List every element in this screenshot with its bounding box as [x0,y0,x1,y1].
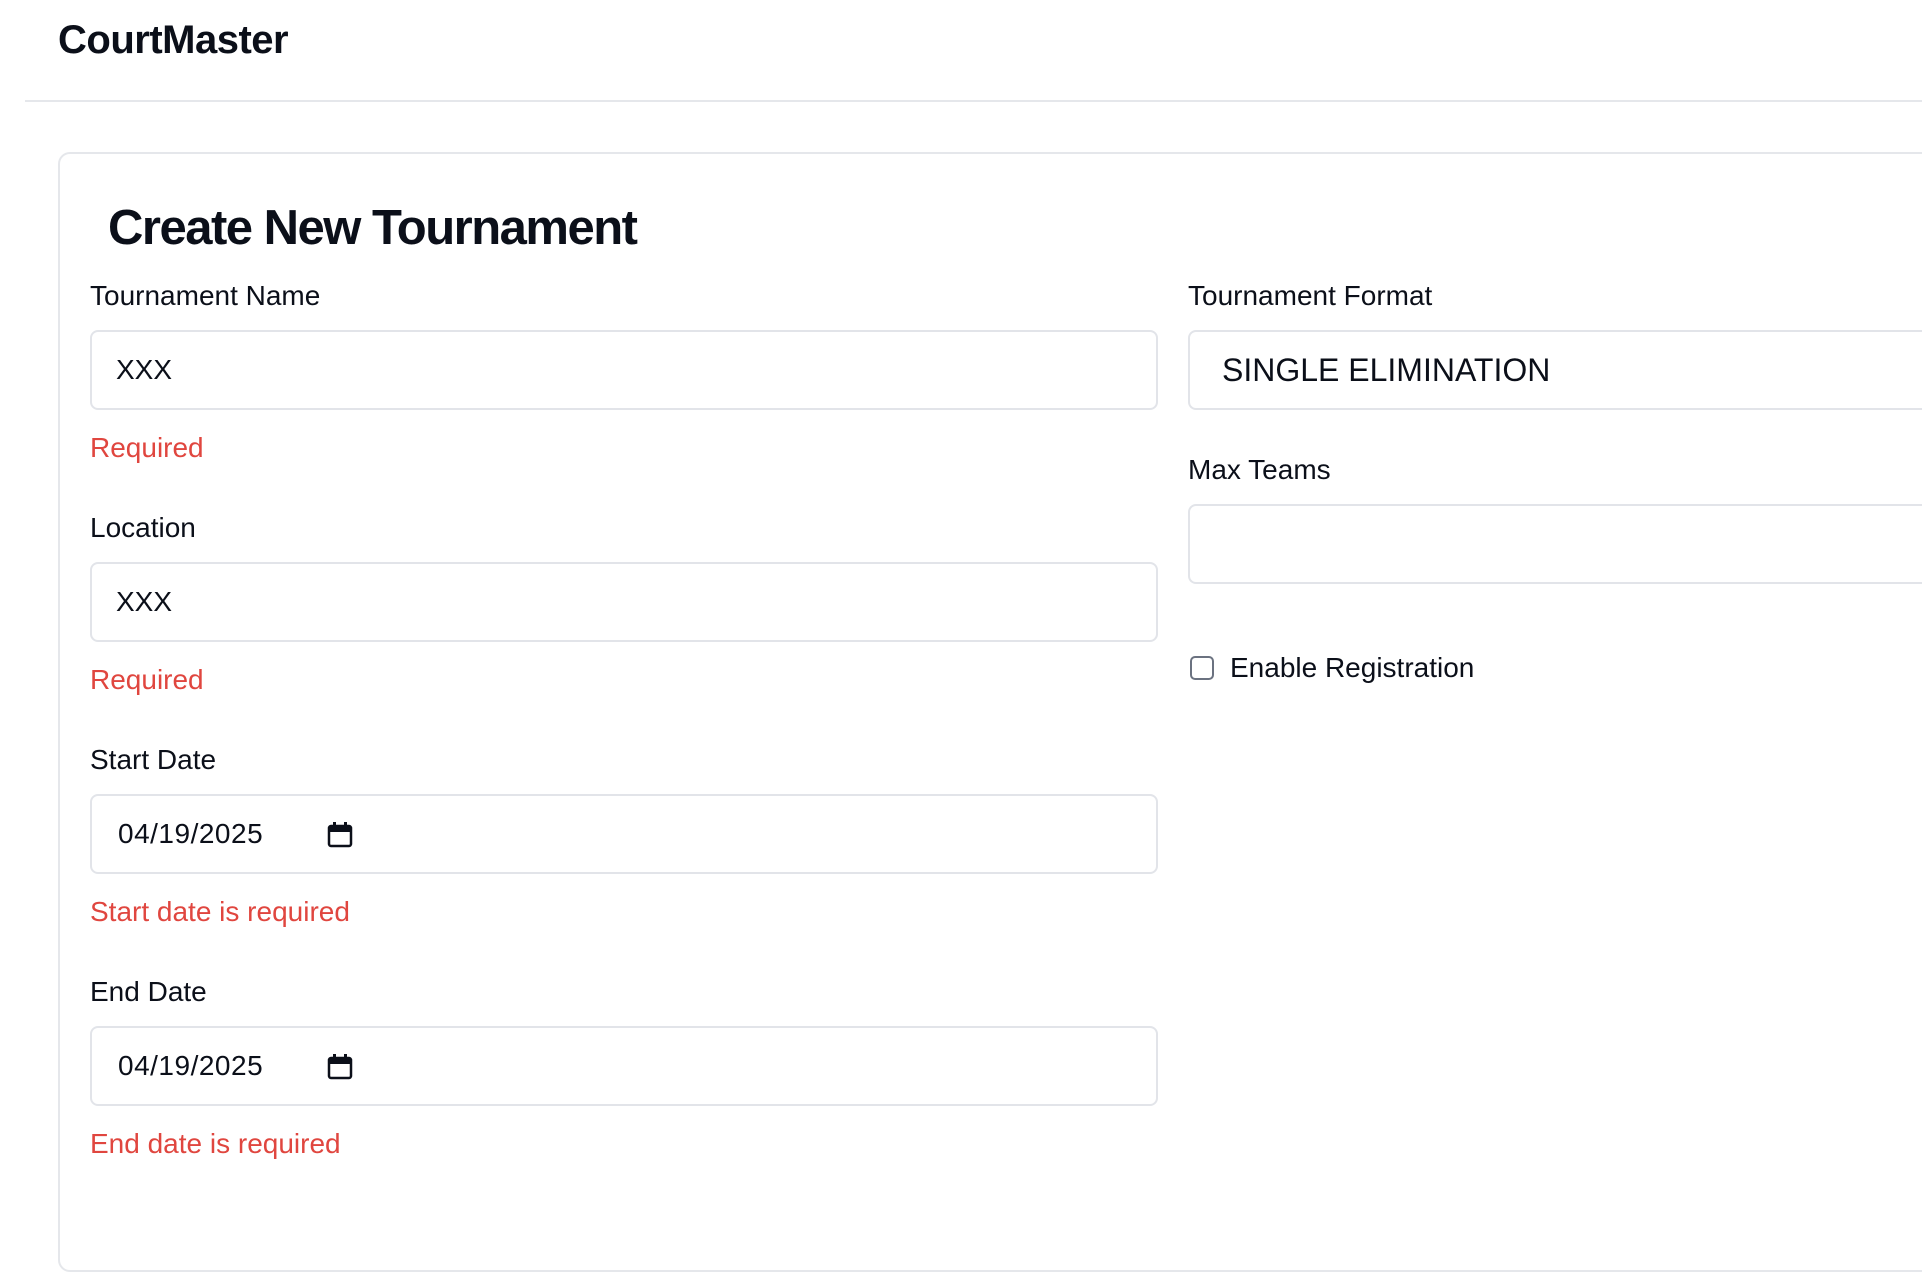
calendar-icon[interactable] [327,1053,353,1081]
tournament-name-error: Required [90,432,204,463]
start-date-label: Start Date [90,744,217,775]
max-teams-label: Max Teams [1188,454,1331,485]
enable-registration-checkbox[interactable] [1190,656,1214,680]
tournament-name-value: XXX [116,354,173,385]
brand-logo-text[interactable]: CourtMaster [58,18,289,63]
tournament-name-input[interactable]: XXX [90,330,1158,410]
location-input[interactable]: XXX [90,562,1158,642]
page-title: Create New Tournament [108,201,638,255]
tournament-format-label: Tournament Format [1188,280,1433,311]
start-date-value: 04/19/2025 [118,818,264,849]
end-date-label: End Date [90,976,207,1007]
start-date-input[interactable]: 04/19/2025 [90,794,1158,874]
tournament-format-select[interactable]: SINGLE ELIMINATION [1188,330,1922,410]
max-teams-input[interactable] [1188,504,1922,584]
tournament-format-selected: SINGLE ELIMINATION [1222,352,1551,388]
create-tournament-card: Create New Tournament Tournament Name XX… [58,152,1922,1272]
location-label: Location [90,512,196,543]
calendar-icon[interactable] [327,821,353,849]
end-date-error: End date is required [90,1128,341,1159]
enable-registration-label[interactable]: Enable Registration [1230,652,1474,684]
end-date-input[interactable]: 04/19/2025 [90,1026,1158,1106]
tournament-name-label: Tournament Name [90,280,321,311]
location-value: XXX [116,586,173,617]
location-error: Required [90,664,204,695]
start-date-error: Start date is required [90,896,350,927]
top-navigation-bar: CourtMaster [25,0,1922,102]
end-date-value: 04/19/2025 [118,1050,264,1081]
